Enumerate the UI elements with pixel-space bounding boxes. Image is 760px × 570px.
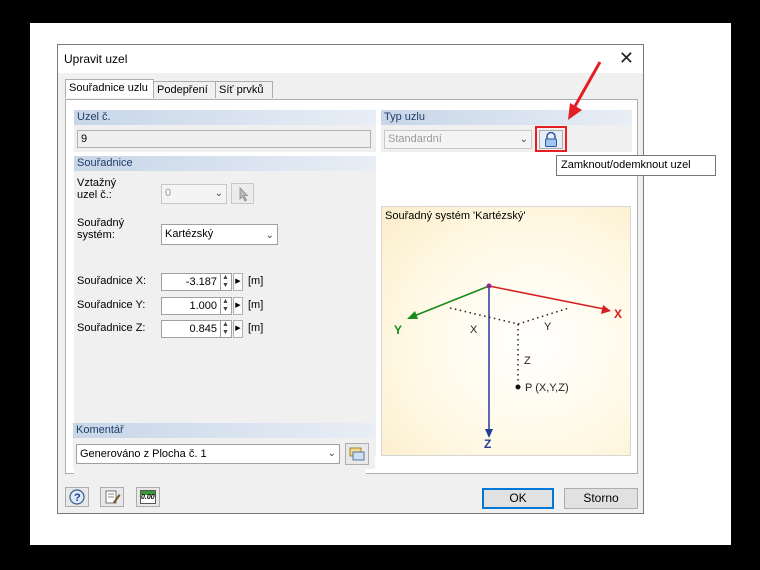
coord-x-label: Souřadnice X: [77,275,147,287]
chevron-down-icon: ⌄ [214,188,223,199]
coord-z-menu-button[interactable]: ▶ [233,320,243,338]
ok-button[interactable]: OK [482,488,554,509]
arrow-right-icon: ▶ [235,325,241,332]
origin-point [486,283,492,289]
node-number-header: Uzel č. [74,110,376,125]
coordinates-group: Souřadnice Vztažný uzel č.: 0 ⌄ Souřadný… [74,156,376,456]
comment-library-icon [349,447,365,461]
ref-node-label-2: uzel č.: [77,189,112,201]
point-p-label: P (X,Y,Z) [525,382,569,394]
coord-z-unit: [m] [248,322,264,334]
edit-notes-button[interactable] [100,487,124,507]
tab-mesh[interactable]: Síť prvků [215,81,273,98]
spin-up-icon: ▲ [222,274,229,281]
edit-node-dialog: Upravit uzel ✕ Souřadnice uzlu Podepření… [57,44,644,514]
coord-system-label-2: systém: [77,229,115,241]
node-type-value: Standardní [388,133,442,145]
ref-node-select: 0 ⌄ [161,184,227,204]
close-icon[interactable]: ✕ [619,48,634,68]
coord-system-value: Kartézský [165,228,214,240]
comment-section: Komentář Generováno z Plocha č. 1 ⌄ [73,423,375,469]
coordinates-header: Souřadnice [74,156,376,171]
y-axis-line [413,285,490,317]
coordinate-system-diagram: Souřadný systém 'Kartézský' X Y Z X Y Z [381,206,631,456]
projection-x-label: X [470,324,478,336]
node-type-select: Standardní ⌄ [384,130,532,149]
dialog-title: Upravit uzel [64,52,128,66]
projection-y-label: Y [544,321,552,333]
y-axis-arrowhead [407,311,418,319]
axis-x-label: X [614,307,622,321]
comment-value: Generováno z Plocha č. 1 [80,448,207,460]
node-number-group: Uzel č. 9 [74,110,376,152]
coord-z-input[interactable]: 0.845 [161,320,221,338]
calculator-icon: 0.00 [140,490,156,504]
chevron-down-icon: ⌄ [327,448,336,459]
ref-node-value: 0 [165,187,172,199]
cancel-button[interactable]: Storno [564,488,638,509]
spin-down-icon: ▼ [222,329,229,336]
coord-x-unit: [m] [248,275,264,287]
x-axis-arrowhead [601,305,611,314]
spin-down-icon: ▼ [222,306,229,313]
arrow-right-icon: ▶ [235,302,241,309]
help-icon: ? [69,489,85,505]
svg-text:?: ? [74,492,81,504]
coord-system-label-1: Souřadný [77,217,125,229]
coord-x-spinner[interactable]: ▲ ▼ [221,273,232,291]
coord-y-unit: [m] [248,299,264,311]
spin-down-icon: ▼ [222,282,229,289]
arrow-right-icon: ▶ [235,278,241,285]
pick-node-button [231,183,254,204]
axis-y-label: Y [394,323,402,337]
tab-supports[interactable]: Podepření [153,81,216,98]
spin-up-icon: ▲ [222,298,229,305]
cursor-pick-icon [239,187,249,202]
tab-node-coordinates[interactable]: Souřadnice uzlu [65,79,154,98]
coord-x-input[interactable]: -3.187 [161,273,221,291]
point-p-marker [515,384,521,390]
coord-y-label: Souřadnice Y: [77,299,146,311]
ref-node-label-1: Vztažný [77,177,117,189]
axes-diagram-svg: X Y Z X Y Z P (X,Y,Z) [394,283,622,451]
x-axis-line [488,285,605,310]
comment-library-button[interactable] [345,443,369,465]
lock-button[interactable] [539,130,563,149]
lock-icon [545,131,557,147]
coord-z-spinner[interactable]: ▲ ▼ [221,320,232,338]
node-number-field[interactable]: 9 [77,130,371,148]
coord-z-label: Souřadnice Z: [77,322,146,334]
title-bar: Upravit uzel ✕ [58,45,643,73]
calculator-icon-text: 0.00 [141,494,155,501]
help-button[interactable]: ? [65,487,89,507]
edit-document-icon [105,490,121,504]
lock-tooltip: Zamknout/odemknout uzel [556,155,716,176]
tab-panel: Uzel č. 9 Typ uzlu Standardní ⌄ Souřadni… [65,99,638,510]
coord-y-input[interactable]: 1.000 [161,297,221,315]
node-type-header: Typ uzlu [381,110,632,125]
spin-up-icon: ▲ [222,321,229,328]
comment-select[interactable]: Generováno z Plocha č. 1 ⌄ [76,444,340,464]
coord-system-select[interactable]: Kartézský ⌄ [161,224,278,245]
axis-z-label: Z [484,437,491,451]
coord-y-spinner[interactable]: ▲ ▼ [221,297,232,315]
node-type-group: Typ uzlu Standardní ⌄ [381,110,632,152]
coord-x-menu-button[interactable]: ▶ [233,273,243,291]
chevron-down-icon: ⌄ [265,230,274,241]
projection-x-line [449,307,519,325]
chevron-down-icon: ⌄ [519,134,528,145]
coord-y-menu-button[interactable]: ▶ [233,297,243,315]
projection-z-label: Z [524,355,531,367]
comment-header: Komentář [73,423,375,438]
calculator-button[interactable]: 0.00 [136,487,160,507]
